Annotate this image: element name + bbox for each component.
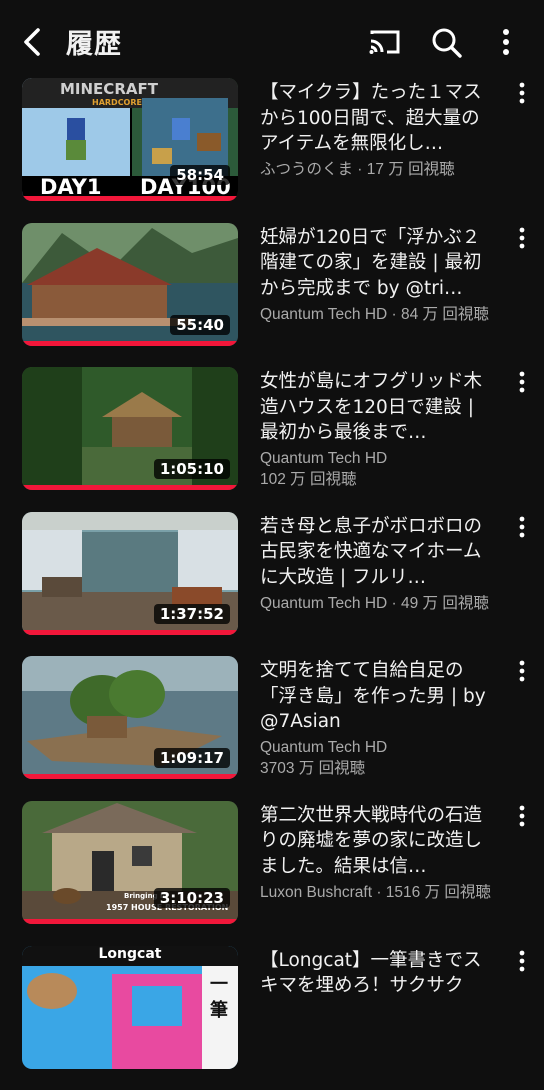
cast-icon[interactable] [368, 26, 402, 58]
video-thumbnail[interactable]: MINECRAFT HARDCORE DAY1 DAY100 58:54 [22, 78, 238, 201]
history-list: MINECRAFT HARDCORE DAY1 DAY100 58:54 【マイ… [0, 78, 544, 1090]
video-item[interactable]: Bringing it 1957 HOUSE RESTORATION 3:10:… [0, 800, 544, 946]
duration-badge: 1:05:10 [153, 459, 230, 480]
video-title[interactable]: 【マイクラ】たった１マスから100日間で、超大量のアイテムを無限化し… [260, 80, 492, 157]
page-title: 履歴 [66, 29, 122, 60]
duration-badge: 55:40 [170, 314, 230, 335]
search-icon[interactable] [430, 26, 464, 58]
thumb-side-text: 一筆 [210, 973, 228, 1021]
video-item[interactable]: MINECRAFT HARDCORE DAY1 DAY100 58:54 【マイ… [0, 78, 544, 223]
video-meta-channel: Quantum Tech HD [260, 739, 388, 757]
video-item[interactable]: 1:37:52 若き母と息子がボロボロの古民家を快適なマイホームに大改造 | フ… [0, 511, 544, 657]
more-vert-icon[interactable] [514, 371, 530, 393]
thumb-logo-text: MINECRAFT [60, 80, 158, 98]
video-item[interactable]: Longcat 一筆 【Longcat】一筆書きでスキマを埋めろ！サクサク [0, 945, 544, 1090]
more-vert-icon[interactable] [494, 26, 518, 58]
video-title[interactable]: 若き母と息子がボロボロの古民家を快適なマイホームに大改造 | フルリ… [260, 514, 492, 591]
video-thumbnail[interactable]: 1:37:52 [22, 511, 238, 635]
video-meta-channel: Quantum Tech HD [260, 450, 388, 468]
more-vert-icon[interactable] [514, 950, 530, 972]
video-thumbnail[interactable]: 55:40 [22, 222, 238, 346]
top-app-bar: 履歴 [0, 0, 544, 80]
watch-progress-bar [22, 340, 238, 346]
thumb-label: Longcat [98, 945, 162, 962]
video-title[interactable]: 女性が島にオフグリッド木造ハウスを120日で建設 | 最初から最後まで… [260, 369, 492, 446]
video-title[interactable]: 第二次世界大戦時代の石造りの廃墟を夢の家に改造しました。結果は信… [260, 803, 492, 880]
video-thumbnail[interactable]: Bringing it 1957 HOUSE RESTORATION 3:10:… [22, 800, 238, 924]
more-vert-icon[interactable] [514, 227, 530, 249]
thumb-sub-text: HARDCORE [92, 98, 142, 107]
video-thumbnail[interactable]: 1:09:17 [22, 656, 238, 780]
back-arrow-icon[interactable] [16, 24, 48, 60]
duration-badge: 58:54 [170, 165, 230, 185]
video-thumbnail[interactable]: Longcat 一筆 [22, 945, 238, 1069]
duration-badge: 3:10:23 [153, 887, 230, 908]
video-title[interactable]: 【Longcat】一筆書きでスキマを埋めろ！サクサク [260, 948, 492, 999]
video-thumbnail[interactable]: 1:05:10 [22, 367, 238, 491]
more-vert-icon[interactable] [514, 516, 530, 538]
video-item[interactable]: 1:05:10 女性が島にオフグリッド木造ハウスを120日で建設 | 最初から最… [0, 367, 544, 512]
video-meta: ふつうのくま · 17 万 回視聴 [260, 161, 455, 178]
more-vert-icon[interactable] [514, 660, 530, 682]
watch-progress-bar [22, 196, 238, 201]
watch-progress-bar [22, 485, 238, 491]
video-meta: Quantum Tech HD · 84 万 回視聴 [260, 305, 489, 323]
watch-progress-bar [22, 629, 238, 635]
duration-badge: 1:37:52 [153, 603, 230, 624]
video-item[interactable]: 55:40 妊婦が120日で「浮かぶ２階建ての家」を建設 | 最初から完成まで … [0, 222, 544, 368]
video-meta-views: 3703 万 回視聴 [260, 760, 366, 778]
duration-badge: 1:09:17 [153, 748, 230, 769]
more-vert-icon[interactable] [514, 805, 530, 827]
video-meta-views: 102 万 回視聴 [260, 471, 357, 489]
watch-progress-bar [22, 774, 238, 780]
video-title[interactable]: 文明を捨てて自給自足の「浮き島」を作った男 | by @7Asian [260, 658, 492, 735]
more-vert-icon[interactable] [514, 82, 530, 104]
video-item[interactable]: 1:09:17 文明を捨てて自給自足の「浮き島」を作った男 | by @7Asi… [0, 656, 544, 801]
watch-progress-bar [22, 918, 238, 924]
video-meta: Quantum Tech HD · 49 万 回視聴 [260, 594, 489, 612]
video-meta: Luxon Bushcraft · 1516 万 回視聴 [260, 883, 491, 901]
video-title[interactable]: 妊婦が120日で「浮かぶ２階建ての家」を建設 | 最初から完成まで by @tr… [260, 225, 492, 302]
